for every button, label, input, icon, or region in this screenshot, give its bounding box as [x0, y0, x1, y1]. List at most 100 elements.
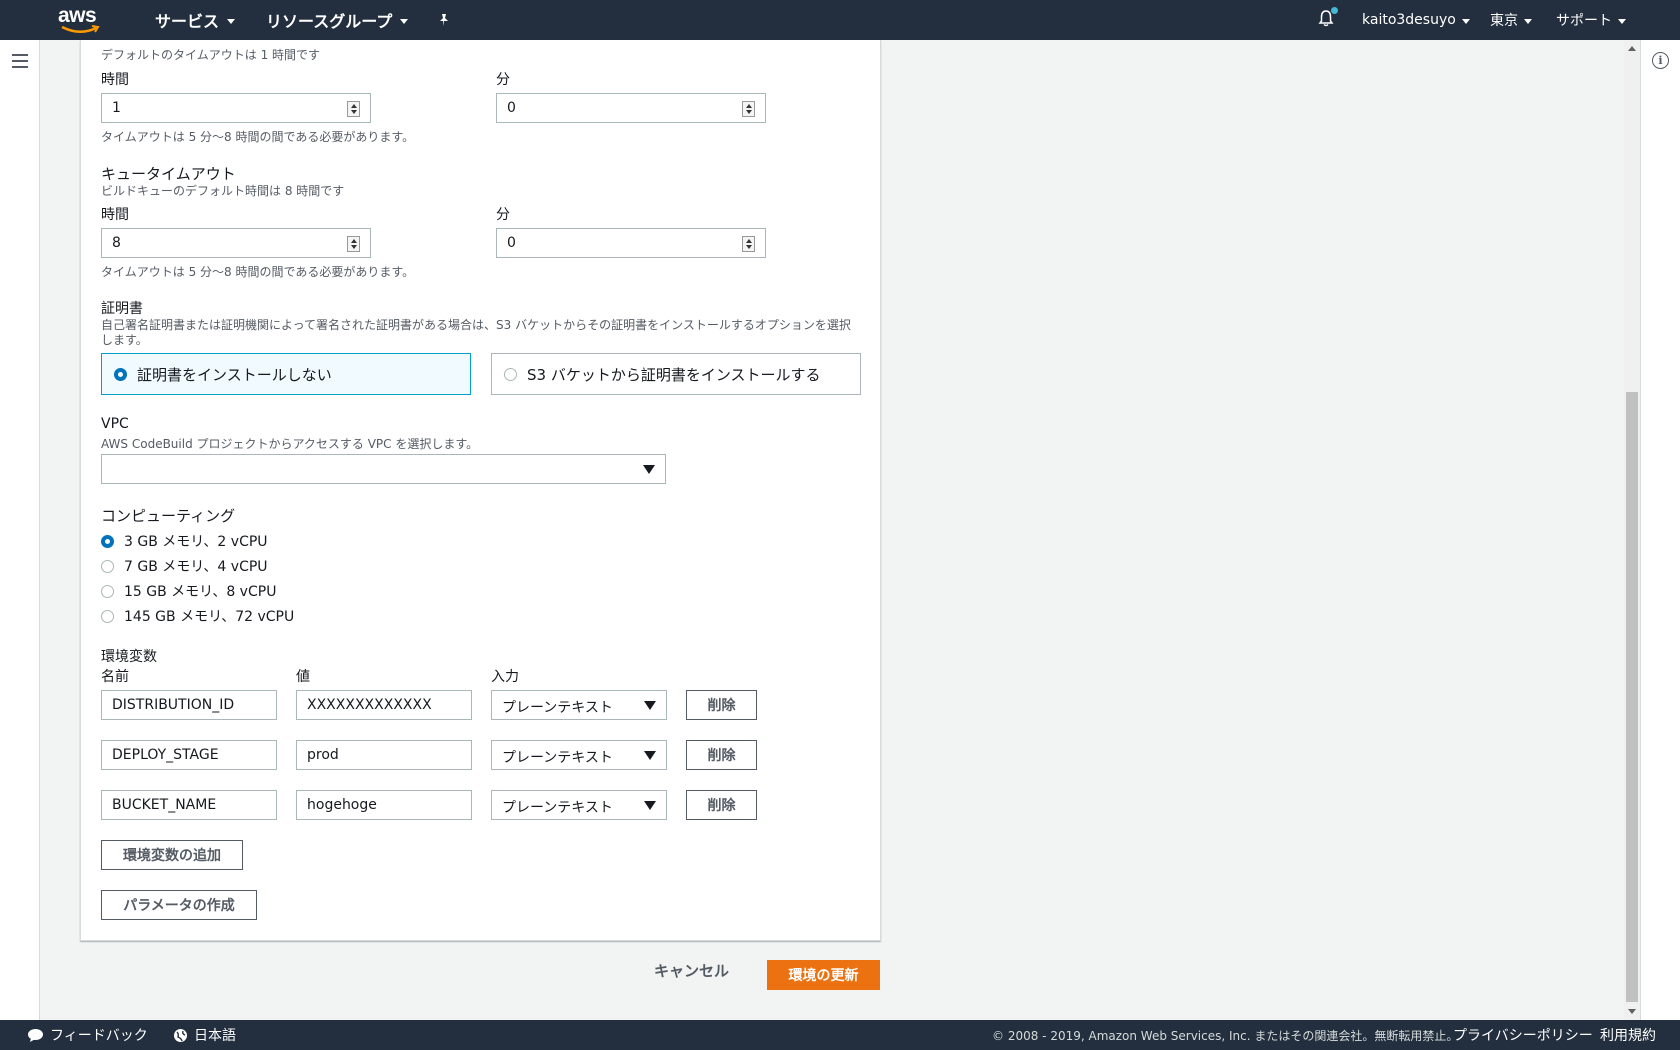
- radio-unselected-icon: [101, 609, 114, 623]
- radio-unselected-icon: [504, 367, 517, 381]
- env-delete-button[interactable]: 削除: [686, 690, 757, 720]
- scroll-down-arrow-icon[interactable]: [1628, 1009, 1636, 1014]
- aws-logo-text: aws: [58, 4, 97, 27]
- env-value-input[interactable]: prod: [296, 740, 472, 770]
- env-type-select[interactable]: プレーンテキスト: [491, 690, 667, 720]
- compute-option-3[interactable]: 145 GB メモリ、72 vCPU: [101, 606, 294, 626]
- timeout-hours-input[interactable]: 1: [101, 93, 371, 123]
- vpc-select[interactable]: [101, 454, 666, 484]
- certificate-description-line2: します。: [101, 333, 148, 347]
- compute-option-1[interactable]: 7 GB メモリ、4 vCPU: [101, 556, 268, 576]
- scrollbar-thumb[interactable]: [1626, 392, 1638, 1002]
- chevron-down-icon: [1618, 18, 1626, 24]
- pin-icon: [440, 14, 448, 26]
- pin-button[interactable]: [437, 0, 451, 40]
- env-type-value: プレーンテキスト: [502, 800, 613, 816]
- timeout-hours-label: 時間: [101, 72, 129, 88]
- env-col-value: 値: [296, 669, 310, 685]
- chevron-down-icon: [1524, 18, 1532, 24]
- timeout-hint: タイムアウトは 5 分〜8 時間の間である必要があります。: [101, 130, 415, 144]
- env-name-input[interactable]: DEPLOY_STAGE: [101, 740, 277, 770]
- left-sidebar: [0, 40, 40, 1020]
- env-name-input[interactable]: DISTRIBUTION_ID: [101, 690, 277, 720]
- env-title: 環境変数: [101, 649, 157, 665]
- privacy-policy-label: プライバシーポリシー: [1453, 1028, 1593, 1044]
- resource-groups-label: リソースグループ: [266, 12, 393, 31]
- resource-groups-menu[interactable]: リソースグループ: [266, 0, 409, 40]
- env-value-value: prod: [307, 747, 339, 763]
- terms-link[interactable]: 利用規約: [1600, 1020, 1656, 1050]
- language-selector[interactable]: 日本語: [173, 1020, 236, 1050]
- spinner-arrows-icon[interactable]: [347, 236, 360, 252]
- vpc-description: AWS CodeBuild プロジェクトからアクセスする VPC を選択します。: [101, 437, 479, 451]
- timeout-description: デフォルトのタイムアウトは 1 時間です: [101, 48, 321, 62]
- dropdown-arrow-icon: [643, 465, 655, 474]
- certificate-option-none[interactable]: 証明書をインストールしない: [101, 353, 471, 395]
- footer: フィードバック 日本語 © 2008 - 2019, Amazon Web Se…: [0, 1020, 1680, 1050]
- env-type-value: プレーンテキスト: [502, 700, 613, 716]
- certificate-description: 自己署名証明書または証明機関によって署名された証明書がある場合は、S3 バケット…: [101, 318, 861, 348]
- env-type-select[interactable]: プレーンテキスト: [491, 790, 667, 820]
- environment-settings-panel: デフォルトのタイムアウトは 1 時間です 時間 分 1 0 タイムアウトは 5 …: [80, 40, 881, 941]
- radio-selected-icon: [101, 534, 114, 548]
- env-type-select[interactable]: プレーンテキスト: [491, 740, 667, 770]
- queue-timeout-title: キュータイムアウト: [101, 165, 236, 183]
- timeout-minutes-input[interactable]: 0: [496, 93, 766, 123]
- compute-option-label: 145 GB メモリ、72 vCPU: [124, 609, 295, 625]
- certificate-option-none-label: 証明書をインストールしない: [137, 365, 332, 384]
- queue-timeout-hours-value: 8: [112, 235, 121, 251]
- radio-selected-icon: [114, 367, 127, 381]
- compute-option-2[interactable]: 15 GB メモリ、8 vCPU: [101, 581, 276, 601]
- spinner-arrows-icon[interactable]: [347, 101, 360, 117]
- env-name-value: DEPLOY_STAGE: [112, 747, 219, 763]
- env-name-value: DISTRIBUTION_ID: [112, 697, 235, 713]
- update-environment-button[interactable]: 環境の更新: [767, 960, 880, 990]
- cancel-button[interactable]: キャンセル: [654, 960, 729, 981]
- queue-timeout-hint: タイムアウトは 5 分〜8 時間の間である必要があります。: [101, 265, 415, 279]
- radio-unselected-icon: [101, 559, 114, 573]
- certificate-option-s3[interactable]: S3 バケットから証明書をインストールする: [491, 353, 861, 395]
- env-delete-button[interactable]: 削除: [686, 790, 757, 820]
- compute-title: コンピューティング: [101, 507, 236, 525]
- region-menu[interactable]: 東京: [1490, 0, 1532, 40]
- queue-timeout-minutes-input[interactable]: 0: [496, 228, 766, 258]
- chevron-down-icon: [227, 18, 236, 24]
- services-menu[interactable]: サービス: [155, 0, 236, 40]
- dropdown-arrow-icon: [644, 751, 656, 760]
- env-col-type: 入力: [491, 669, 519, 685]
- compute-option-label: 3 GB メモリ、2 vCPU: [124, 534, 268, 550]
- feedback-link[interactable]: フィードバック: [27, 1020, 148, 1050]
- services-label: サービス: [155, 12, 220, 31]
- page-scrollbar[interactable]: [1624, 40, 1640, 1020]
- compute-option-label: 7 GB メモリ、4 vCPU: [124, 559, 268, 575]
- spinner-arrows-icon[interactable]: [742, 236, 755, 252]
- user-name: kaito3desuyo: [1362, 12, 1456, 28]
- aws-logo[interactable]: aws: [58, 4, 106, 36]
- user-menu[interactable]: kaito3desuyo: [1362, 0, 1470, 40]
- env-name-value: BUCKET_NAME: [112, 797, 217, 813]
- spinner-arrows-icon[interactable]: [742, 101, 755, 117]
- env-value-input[interactable]: hogehoge: [296, 790, 472, 820]
- support-menu[interactable]: サポート: [1556, 0, 1626, 40]
- certificate-option-s3-label: S3 バケットから証明書をインストールする: [527, 365, 821, 384]
- hamburger-menu-icon[interactable]: [12, 54, 28, 68]
- certificate-title: 証明書: [101, 301, 143, 317]
- scroll-up-arrow-icon[interactable]: [1628, 46, 1636, 51]
- env-value-value: hogehoge: [307, 797, 377, 813]
- create-parameter-button[interactable]: パラメータの作成: [101, 890, 257, 920]
- compute-option-0[interactable]: 3 GB メモリ、2 vCPU: [101, 531, 268, 551]
- env-delete-button[interactable]: 削除: [686, 740, 757, 770]
- globe-icon: [174, 1028, 187, 1042]
- notifications-button[interactable]: [1318, 0, 1338, 40]
- queue-timeout-hours-input[interactable]: 8: [101, 228, 371, 258]
- env-value-value: XXXXXXXXXXXXX: [307, 697, 432, 713]
- env-value-input[interactable]: XXXXXXXXXXXXX: [296, 690, 472, 720]
- env-name-input[interactable]: BUCKET_NAME: [101, 790, 277, 820]
- add-env-variable-button[interactable]: 環境変数の追加: [101, 840, 243, 870]
- privacy-policy-link[interactable]: プライバシーポリシー: [1453, 1020, 1593, 1050]
- queue-timeout-hours-label: 時間: [101, 207, 129, 223]
- queue-timeout-minutes-label: 分: [496, 207, 510, 223]
- right-help-rail: i: [1640, 40, 1680, 1020]
- copyright-text: © 2008 - 2019, Amazon Web Services, Inc.…: [992, 1028, 1459, 1043]
- info-icon[interactable]: i: [1652, 52, 1669, 69]
